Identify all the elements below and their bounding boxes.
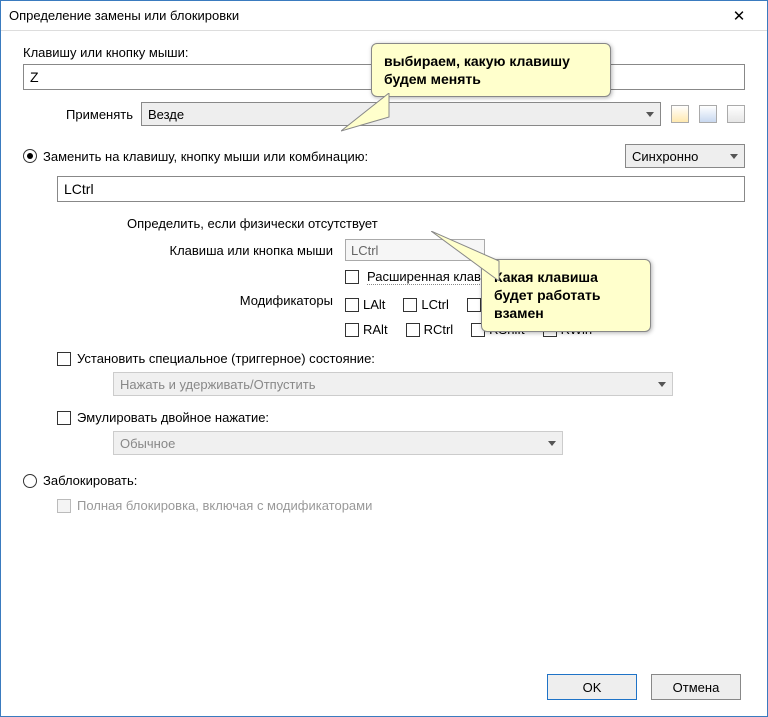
callout-1-text: выбираем, какую клавишу будем менять xyxy=(384,53,570,87)
mod-ralt-checkbox[interactable] xyxy=(345,323,359,337)
ok-label: OK xyxy=(583,680,602,695)
ok-button[interactable]: OK xyxy=(547,674,637,700)
callout-2-text: Какая клавиша будет работать взамен xyxy=(494,269,600,321)
mod-lalt-label: LAlt xyxy=(363,297,385,312)
trigger-row: Установить специальное (триггерное) сост… xyxy=(57,351,745,366)
close-button[interactable]: ✕ xyxy=(719,2,759,30)
sync-select-value: Синхронно xyxy=(632,149,698,164)
mod-lctrl-label: LCtrl xyxy=(421,297,448,312)
fullblock-row: Полная блокировка, включая с модификатор… xyxy=(57,498,745,513)
fullblock-checkbox xyxy=(57,499,71,513)
modifiers-row1: Модификаторы LAlt LCtrl LShift LWin RAlt… xyxy=(127,293,745,337)
physical-key-label: Клавиша или кнопка мыши xyxy=(127,243,337,258)
open-icon[interactable] xyxy=(699,105,717,123)
dialog-window: Определение замены или блокировки ✕ Клав… xyxy=(0,0,768,717)
mod-lshift-checkbox[interactable] xyxy=(467,298,481,312)
trigger-label: Установить специальное (триггерное) сост… xyxy=(77,351,375,366)
callout-2: Какая клавиша будет работать взамен xyxy=(481,259,651,332)
mod-rctrl-checkbox[interactable] xyxy=(406,323,420,337)
replace-key-field[interactable] xyxy=(57,176,745,202)
titlebar: Определение замены или блокировки ✕ xyxy=(1,1,767,31)
apply-select[interactable]: Везде xyxy=(141,102,661,126)
replace-radio[interactable] xyxy=(23,149,37,163)
callout-1-tail xyxy=(341,93,391,133)
emulate-select: Обычное xyxy=(113,431,563,455)
new-icon[interactable] xyxy=(671,105,689,123)
callout-2-tail xyxy=(431,231,501,281)
block-radio[interactable] xyxy=(23,474,37,488)
trigger-select-value: Нажать и удерживать/Отпустить xyxy=(120,377,316,392)
define-group-label: Определить, если физически отсутствует xyxy=(127,216,745,231)
mod-lalt-checkbox[interactable] xyxy=(345,298,359,312)
mod-lctrl-checkbox[interactable] xyxy=(403,298,417,312)
mod-ralt-label: RAlt xyxy=(363,322,388,337)
apply-label: Применять xyxy=(23,107,133,122)
fullblock-label: Полная блокировка, включая с модификатор… xyxy=(77,498,372,513)
mod-rctrl-label: RCtrl xyxy=(424,322,454,337)
cancel-button[interactable]: Отмена xyxy=(651,674,741,700)
sync-select[interactable]: Синхронно xyxy=(625,144,745,168)
callout-1: выбираем, какую клавишу будем менять xyxy=(371,43,611,97)
trigger-select: Нажать и удерживать/Отпустить xyxy=(113,372,673,396)
extended-key-checkbox[interactable] xyxy=(345,270,359,284)
emulate-row: Эмулировать двойное нажатие: xyxy=(57,410,745,425)
modifiers-label: Модификаторы xyxy=(127,293,337,308)
block-radio-row: Заблокировать: xyxy=(23,473,745,488)
emulate-label: Эмулировать двойное нажатие: xyxy=(77,410,269,425)
emulate-checkbox[interactable] xyxy=(57,411,71,425)
content-area: Клавишу или кнопку мыши: Применять Везде… xyxy=(1,31,767,523)
apply-select-value: Везде xyxy=(148,107,184,122)
cancel-label: Отмена xyxy=(673,680,720,695)
delete-icon[interactable] xyxy=(727,105,745,123)
replace-radio-label: Заменить на клавишу, кнопку мыши или ком… xyxy=(43,149,619,164)
trigger-checkbox[interactable] xyxy=(57,352,71,366)
emulate-select-value: Обычное xyxy=(120,436,175,451)
window-title: Определение замены или блокировки xyxy=(9,8,719,23)
dialog-buttons: OK Отмена xyxy=(547,674,741,700)
block-radio-label: Заблокировать: xyxy=(43,473,137,488)
replace-radio-row: Заменить на клавишу, кнопку мыши или ком… xyxy=(23,144,745,168)
